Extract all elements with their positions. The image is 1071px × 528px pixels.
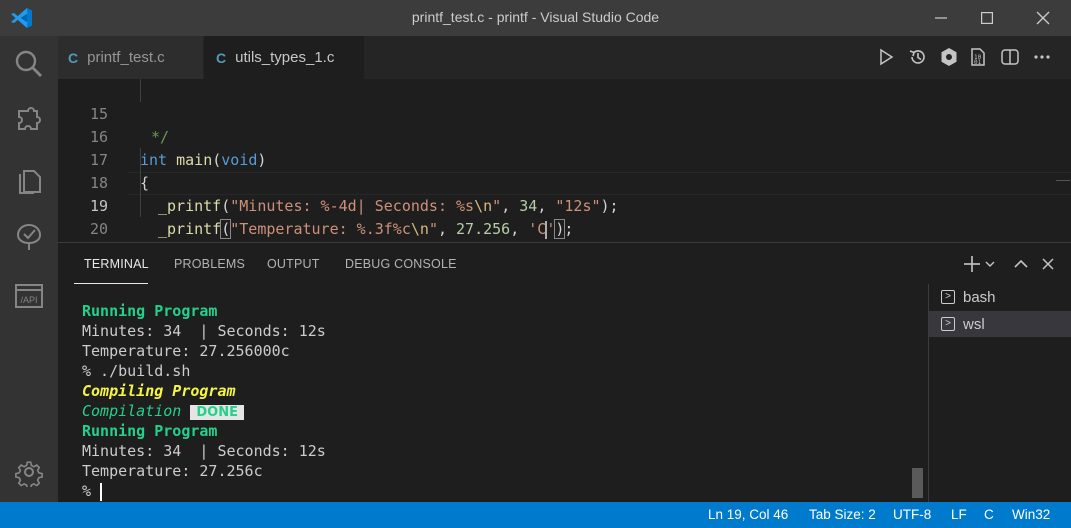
prompt: % [82,482,92,500]
minimize-button[interactable] [918,0,964,36]
terminal-output[interactable]: Running Program Minutes: 34 | Seconds: 1… [58,289,928,503]
gear-icon[interactable] [0,448,58,496]
terminal-line: Compiling Program [82,382,236,400]
encoding[interactable]: UTF-8 [893,507,931,522]
api-icon[interactable]: /API [0,272,58,320]
bottom-panel: TERMINAL PROBLEMS OUTPUT DEBUG CONSOLE R… [58,242,1071,503]
activity-bar: /API [0,36,58,502]
code-line-18: 18 _printf("Minutes: %-4d| Seconds: %s\n… [58,149,1071,215]
tab-debug-console[interactable]: DEBUG CONSOLE [345,257,457,271]
tab-problems[interactable]: PROBLEMS [174,257,245,271]
terminal-prompt-line: % [82,481,103,501]
code-line-16: 16 int main(void) [58,103,1071,169]
terminal-line: Compilation DONE [82,401,244,421]
editor-tab-bar: C printf_test.c C utils_types_1.c 10 01 [58,36,1071,79]
terminal-label: wsl [963,315,985,333]
terminal-line: % ./build.sh [82,362,191,380]
active-tab-indicator [74,283,148,284]
language-mode[interactable]: C [984,507,994,522]
maximize-panel-button[interactable] [1011,252,1031,276]
terminal-line: Temperature: 27.256000c [82,342,290,360]
terminal-line: Running Program [82,422,218,440]
binary-icon[interactable]: 10 01 [967,45,989,69]
extensions-icon[interactable] [0,97,58,145]
cursor-position[interactable]: Ln 19, Col 46 [708,507,788,522]
code-editor[interactable]: 15 */ 16 int main(void) 17 { 18 _printf(… [58,79,1071,242]
terminal-line: Temperature: 27.256c [82,462,263,480]
line-ending[interactable]: LF [951,507,967,522]
terminal-icon: > [941,317,955,331]
close-icon [1042,258,1054,270]
code-line-20: 20 return (0); [58,195,1071,238]
close-panel-button[interactable] [1038,252,1058,276]
done-badge: DONE [190,405,244,420]
explorer-icon[interactable] [0,156,58,204]
tab-size[interactable]: Tab Size: 2 [809,507,876,522]
code-line-15: 15 */ [58,80,1071,146]
tab-output[interactable]: OUTPUT [267,257,320,271]
chevron-down-icon [985,261,995,267]
status-bar: Ln 19, Col 46 Tab Size: 2 UTF-8 LF C Win… [0,502,1071,528]
terminal-line: Minutes: 34 | Seconds: 12s [82,442,326,460]
compilation-label: Compilation [82,402,182,420]
new-terminal-button[interactable] [962,252,998,276]
title-bar: printf_test.c - printf - Visual Studio C… [0,0,1071,36]
platform[interactable]: Win32 [1012,507,1050,522]
tab-terminal[interactable]: TERMINAL [84,257,149,271]
split-editor-icon[interactable] [999,45,1021,69]
extension-settings-icon[interactable] [938,45,960,69]
terminal-item-wsl[interactable]: > wsl [929,311,1071,337]
code-line-21: 21 } [58,218,1071,241]
chevron-up-icon [1014,259,1028,268]
terminal-scrollbar[interactable] [912,468,923,498]
history-icon[interactable] [907,45,929,69]
close-window-button[interactable] [1020,0,1066,36]
terminal-cursor [100,482,103,501]
terminal-line: Minutes: 34 | Seconds: 12s [82,322,326,340]
source-control-icon[interactable] [0,213,58,261]
run-icon[interactable] [875,45,897,69]
terminal-item-bash[interactable]: > bash [929,284,1071,310]
code-line-17: 17 { [58,126,1071,192]
svg-text:01: 01 [974,59,982,66]
more-icon[interactable] [1031,45,1053,69]
terminal-list: > bash > wsl [928,284,1071,503]
code-line-19: 19 _printf("Temperature: %.3f%c\n", 27.2… [58,172,1071,239]
terminal-line: Running Program [82,302,218,320]
search-icon[interactable] [0,40,58,88]
terminal-label: bash [963,288,996,306]
api-icon-label: /API [20,295,37,305]
maximize-button[interactable] [964,0,1010,36]
window-title: printf_test.c - printf - Visual Studio C… [411,9,660,25]
terminal-icon: > [941,290,955,304]
